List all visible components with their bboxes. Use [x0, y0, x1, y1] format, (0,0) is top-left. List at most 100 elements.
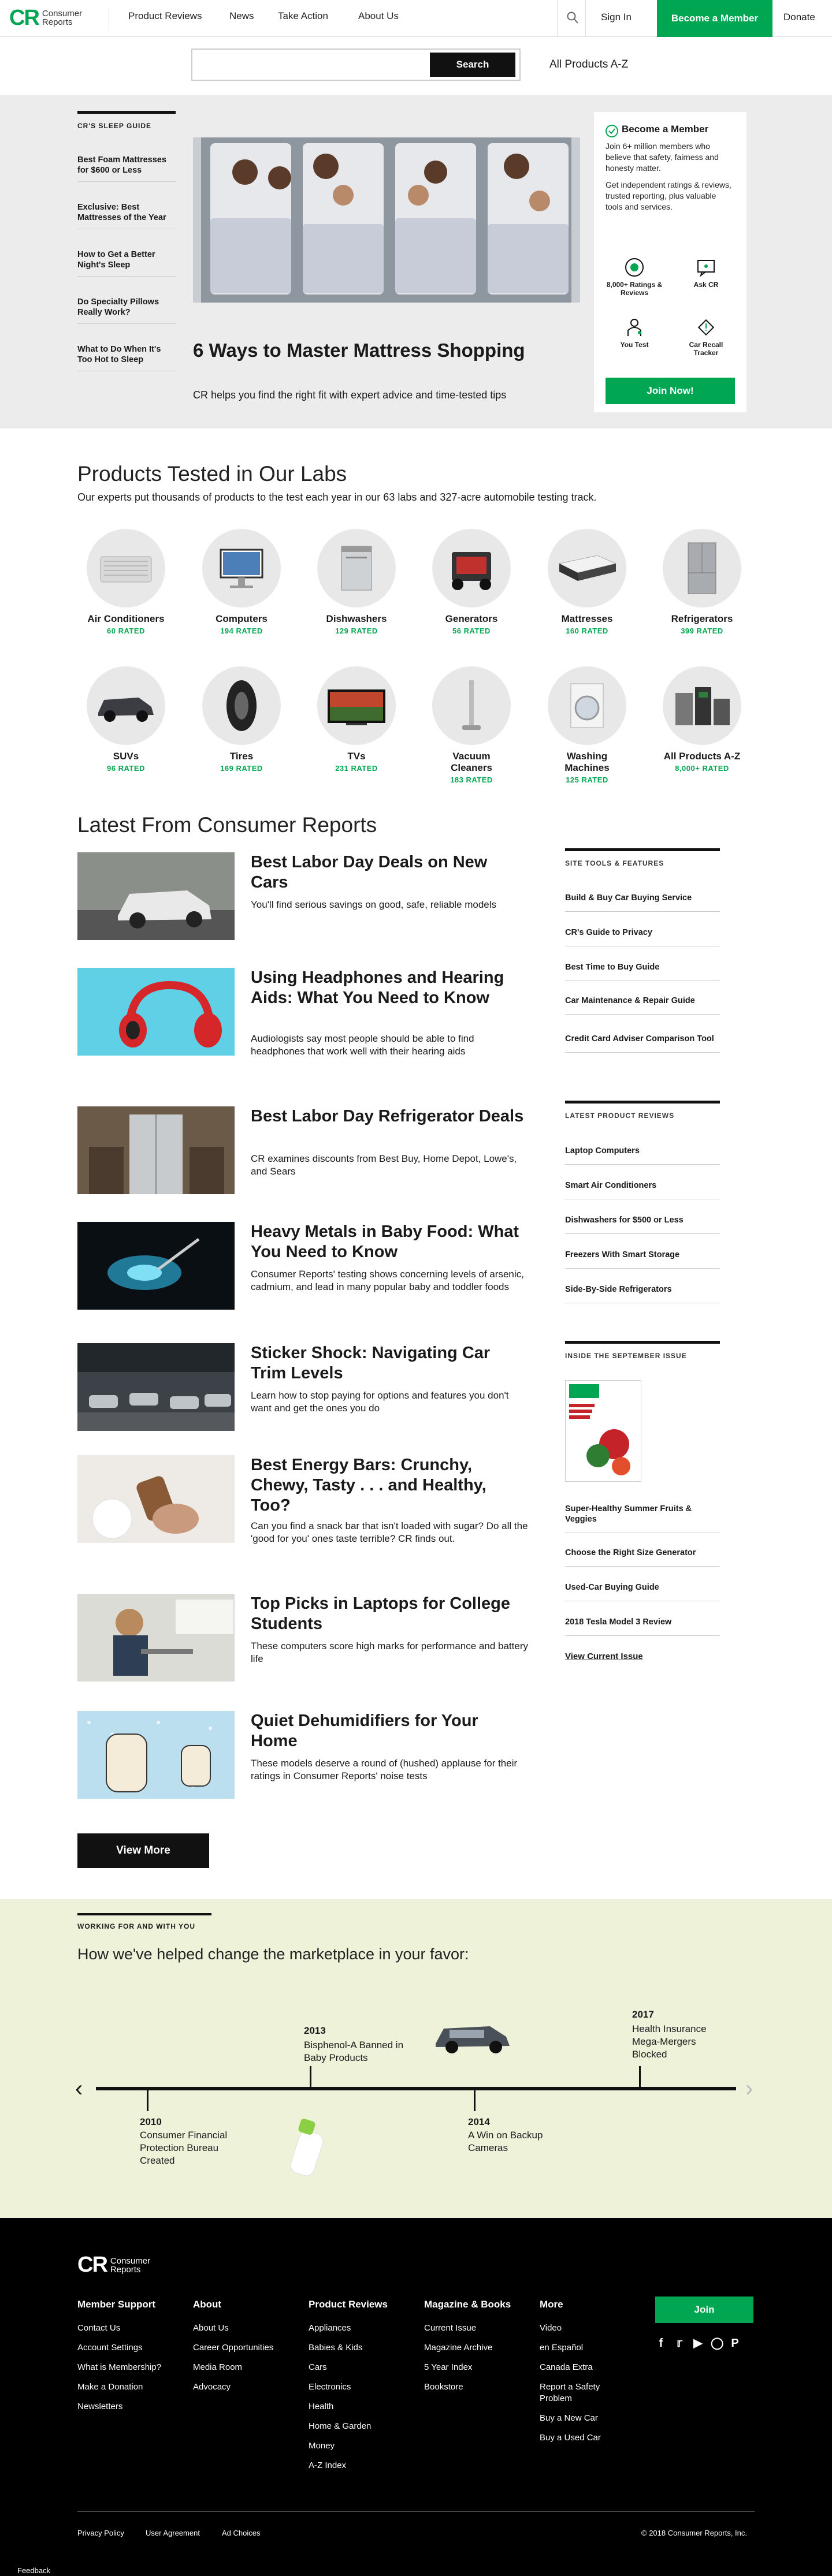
review-link[interactable]: Dishwashers for $500 or Less	[565, 1215, 720, 1234]
article-card[interactable]: Quiet Dehumidifiers for Your Home These …	[77, 1711, 528, 1799]
product-computers[interactable]: Computers 194 RATED	[201, 529, 282, 635]
article-title[interactable]: Best Energy Bars: Crunchy, Chewy, Tasty …	[251, 1455, 528, 1516]
join-now-button[interactable]: Join Now!	[606, 378, 735, 404]
hero-title[interactable]: 6 Ways to Master Mattress Shopping	[193, 340, 525, 361]
issue-link[interactable]: Used-Car Buying Guide	[565, 1582, 720, 1601]
site-tool-link[interactable]: Build & Buy Car Buying Service	[565, 893, 720, 912]
footer-link[interactable]: Career Opportunities	[193, 2338, 273, 2358]
header-search-button[interactable]	[557, 0, 586, 37]
chevron-right-icon[interactable]: ›	[745, 2077, 753, 2100]
footer-link[interactable]: Home & Garden	[309, 2417, 388, 2436]
instagram-icon[interactable]: ◯	[711, 2337, 723, 2350]
review-link[interactable]: Side-By-Side Refrigerators	[565, 1284, 720, 1303]
footer-link[interactable]: Video	[540, 2318, 632, 2338]
article-title[interactable]: Quiet Dehumidifiers for Your Home	[251, 1711, 528, 1751]
issue-link[interactable]: Choose the Right Size Generator	[565, 1548, 720, 1567]
product-dishwashers[interactable]: Dishwashers 129 RATED	[316, 529, 397, 635]
consumer-reports-logo[interactable]: CR Consumer Reports	[9, 7, 82, 29]
view-current-issue-link[interactable]: View Current Issue	[565, 1652, 643, 1661]
article-card[interactable]: Best Energy Bars: Crunchy, Chewy, Tasty …	[77, 1455, 528, 1544]
article-card[interactable]: Heavy Metals in Baby Food: What You Need…	[77, 1222, 528, 1310]
footer-logo[interactable]: CR Consumer Reports	[77, 2253, 150, 2277]
product-mattresses[interactable]: Mattresses 160 RATED	[547, 529, 627, 635]
magazine-cover-image[interactable]	[565, 1380, 641, 1482]
article-title[interactable]: Top Picks in Laptops for College Student…	[251, 1594, 528, 1634]
sign-in-link[interactable]: Sign In	[601, 12, 632, 23]
footer-link[interactable]: Advocacy	[193, 2377, 273, 2397]
hero-image[interactable]	[193, 137, 580, 303]
article-title[interactable]: Using Headphones and Hearing Aids: What …	[251, 968, 528, 1008]
footer-join-button[interactable]: Join	[655, 2297, 753, 2323]
footer-link[interactable]: What is Membership?	[77, 2358, 161, 2377]
become-member-button[interactable]: Become a Member	[657, 0, 772, 37]
pinterest-icon[interactable]: P	[729, 2337, 741, 2350]
footer-link[interactable]: Buy a Used Car	[540, 2428, 632, 2448]
review-link[interactable]: Laptop Computers	[565, 1146, 720, 1165]
footer-link[interactable]: Bookstore	[424, 2377, 511, 2397]
article-card[interactable]: Best Labor Day Refrigerator Deals CR exa…	[77, 1106, 528, 1194]
donate-link[interactable]: Donate	[783, 12, 815, 23]
twitter-icon[interactable]: 𝕣	[674, 2337, 685, 2350]
site-tool-link[interactable]: Credit Card Adviser Comparison Tool	[565, 1034, 720, 1053]
footer-link[interactable]: Cars	[309, 2358, 388, 2377]
footer-link[interactable]: Health	[309, 2397, 388, 2417]
feedback-tab[interactable]: Feedback	[17, 2566, 50, 2575]
review-link[interactable]: Freezers With Smart Storage	[565, 1250, 720, 1269]
product-vacuum-cleaners[interactable]: Vacuum Cleaners 183 RATED	[431, 666, 512, 784]
footer-link[interactable]: Contact Us	[77, 2318, 161, 2338]
youtube-icon[interactable]: ▶	[692, 2337, 704, 2350]
article-card[interactable]: Using Headphones and Hearing Aids: What …	[77, 968, 528, 1057]
sleep-guide-item[interactable]: What to Do When It's Too Hot to Sleep	[77, 344, 176, 371]
product-tvs[interactable]: TVs 231 RATED	[316, 666, 397, 773]
search-button[interactable]: Search	[430, 53, 515, 77]
site-tool-link[interactable]: CR's Guide to Privacy	[565, 927, 720, 946]
footer-link[interactable]: Appliances	[309, 2318, 388, 2338]
footer-link[interactable]: Money	[309, 2436, 388, 2456]
article-title[interactable]: Best Labor Day Refrigerator Deals	[251, 1106, 528, 1127]
article-card[interactable]: Best Labor Day Deals on New Cars You'll …	[77, 852, 528, 940]
chevron-left-icon[interactable]: ‹	[75, 2077, 83, 2100]
all-products-az-link[interactable]: All Products A-Z	[549, 58, 628, 71]
article-card[interactable]: Sticker Shock: Navigating Car Trim Level…	[77, 1343, 528, 1431]
facebook-icon[interactable]: f	[655, 2337, 667, 2350]
footer-link[interactable]: en Español	[540, 2338, 632, 2358]
user-agreement-link[interactable]: User Agreement	[146, 2529, 200, 2537]
footer-link[interactable]: About Us	[193, 2318, 273, 2338]
footer-link[interactable]: Account Settings	[77, 2338, 161, 2358]
footer-link[interactable]: Make a Donation	[77, 2377, 161, 2397]
article-title[interactable]: Sticker Shock: Navigating Car Trim Level…	[251, 1343, 528, 1384]
site-tool-link[interactable]: Best Time to Buy Guide	[565, 962, 720, 981]
issue-link[interactable]: Super-Healthy Summer Fruits & Veggies	[565, 1504, 720, 1533]
product-air-conditioners[interactable]: Air Conditioners 60 RATED	[86, 529, 166, 635]
sleep-guide-item[interactable]: Do Specialty Pillows Really Work?	[77, 297, 176, 324]
article-card[interactable]: Top Picks in Laptops for College Student…	[77, 1594, 528, 1682]
sleep-guide-item[interactable]: Exclusive: Best Mattresses of the Year	[77, 202, 176, 229]
sleep-guide-item[interactable]: Best Foam Mattresses for $600 or Less	[77, 155, 176, 182]
footer-link[interactable]: 5 Year Index	[424, 2358, 511, 2377]
nav-product-reviews[interactable]: Product Reviews	[128, 10, 202, 22]
ad-choices-link[interactable]: Ad Choices	[222, 2529, 260, 2537]
nav-about-us[interactable]: About Us	[358, 10, 399, 22]
product-tires[interactable]: Tires 169 RATED	[201, 666, 282, 773]
footer-link[interactable]: A-Z Index	[309, 2456, 388, 2476]
nav-take-action[interactable]: Take Action	[278, 10, 328, 22]
view-more-button[interactable]: View More	[77, 1833, 209, 1868]
footer-link[interactable]: Canada Extra	[540, 2358, 632, 2377]
nav-news[interactable]: News	[229, 10, 254, 22]
review-link[interactable]: Smart Air Conditioners	[565, 1180, 720, 1199]
privacy-policy-link[interactable]: Privacy Policy	[77, 2529, 124, 2537]
footer-link[interactable]: Electronics	[309, 2377, 388, 2397]
article-title[interactable]: Best Labor Day Deals on New Cars	[251, 852, 528, 893]
article-title[interactable]: Heavy Metals in Baby Food: What You Need…	[251, 1222, 528, 1262]
product-generators[interactable]: Generators 56 RATED	[431, 529, 512, 635]
footer-link[interactable]: Newsletters	[77, 2397, 161, 2417]
footer-link[interactable]: Current Issue	[424, 2318, 511, 2338]
site-tool-link[interactable]: Car Maintenance & Repair Guide	[565, 996, 720, 1015]
footer-link[interactable]: Babies & Kids	[309, 2338, 388, 2358]
product-suvs[interactable]: SUVs 96 RATED	[86, 666, 166, 773]
footer-link[interactable]: Report a Safety Problem	[540, 2377, 632, 2409]
footer-link[interactable]: Magazine Archive	[424, 2338, 511, 2358]
footer-link[interactable]: Buy a New Car	[540, 2409, 632, 2428]
sleep-guide-item[interactable]: How to Get a Better Night's Sleep	[77, 249, 176, 277]
footer-link[interactable]: Media Room	[193, 2358, 273, 2377]
